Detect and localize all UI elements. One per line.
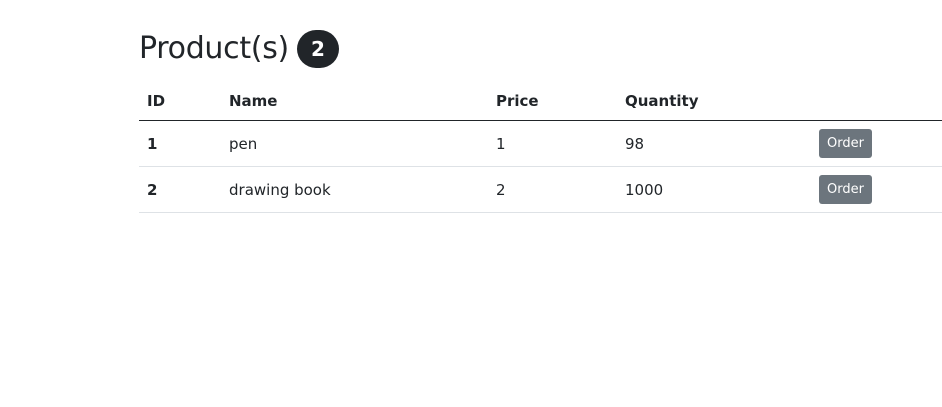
product-name: pen (221, 120, 488, 167)
product-id: 1 (139, 120, 221, 167)
order-button[interactable]: Order (819, 175, 872, 204)
product-id: 2 (139, 166, 221, 213)
products-panel: Product(s) 2 ID Name Price Quantity 1 pe… (139, 28, 942, 213)
column-header-quantity: Quantity (617, 82, 811, 121)
column-header-name: Name (221, 82, 488, 121)
product-action-cell: Order (811, 166, 942, 213)
product-name: drawing book (221, 166, 488, 213)
product-price: 2 (488, 166, 617, 213)
header-row: ID Name Price Quantity (139, 82, 942, 121)
product-quantity: 1000 (617, 166, 811, 213)
page-title: Product(s) (139, 31, 289, 66)
table-row: 1 pen 1 98 Order (139, 120, 942, 167)
column-header-action (811, 82, 942, 121)
column-header-price: Price (488, 82, 617, 121)
product-action-cell: Order (811, 120, 942, 167)
table-header: ID Name Price Quantity (139, 82, 942, 121)
product-count-badge: 2 (296, 30, 339, 68)
products-table: ID Name Price Quantity 1 pen 1 98 Order … (139, 82, 942, 213)
column-header-id: ID (139, 82, 221, 121)
table-row: 2 drawing book 2 1000 Order (139, 166, 942, 213)
table-body: 1 pen 1 98 Order 2 drawing book 2 1000 O… (139, 120, 942, 213)
page-header: Product(s) 2 (139, 28, 942, 70)
order-button[interactable]: Order (819, 129, 872, 158)
product-price: 1 (488, 120, 617, 167)
product-quantity: 98 (617, 120, 811, 167)
